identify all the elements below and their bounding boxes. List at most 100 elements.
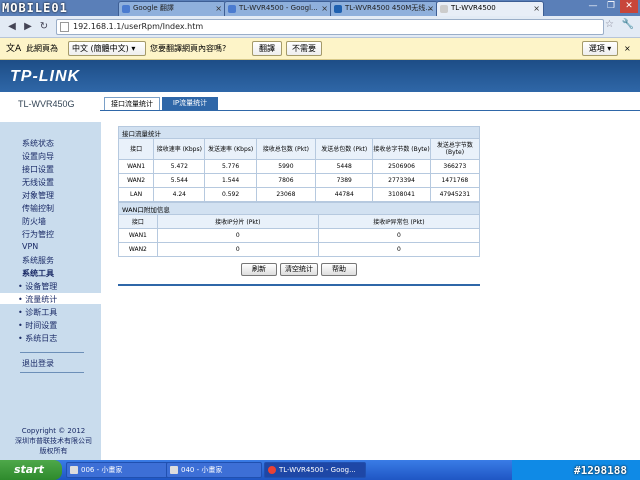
section-header: 接口流量统计 [118, 126, 480, 139]
sidebar-item-logout[interactable]: 退出登录 [22, 358, 54, 369]
page-icon [60, 22, 69, 32]
translate-bar: 文A 此網頁為 中文 (簡體中文) ▾ 您要翻譯網頁內容嗎? 翻譯 不需要 選項… [0, 38, 640, 60]
browser-tab-google-search[interactable]: TL-WVR4500 - Googl... × [224, 1, 332, 16]
table-cell: 5990 [255, 159, 317, 174]
start-button[interactable]: start [0, 460, 62, 480]
table-cell: 1471768 [429, 173, 481, 188]
table-cell: 4.24 [153, 187, 206, 202]
sidebar-item-behavior-control[interactable]: 行为管控 [22, 229, 54, 240]
paint-icon [70, 466, 78, 474]
sidebar-item-time-settings[interactable]: • 时间设置 [18, 320, 57, 331]
column-header: 接收总包数 (Pkt) [255, 138, 317, 160]
translate-prefix: 此網頁為 [26, 44, 58, 53]
table-cell: 366273 [429, 159, 481, 174]
model-band [0, 92, 640, 116]
reload-icon[interactable]: ↻ [36, 19, 52, 35]
close-tab-icon[interactable]: × [215, 2, 222, 15]
sidebar-item-traffic-stats[interactable]: • 流量统计 [18, 294, 57, 305]
clear-stats-button[interactable]: 清空统计 [280, 263, 318, 276]
sidebar-item-system-status[interactable]: 系统状态 [22, 138, 54, 149]
table-cell: 0 [317, 228, 481, 243]
refresh-button[interactable]: 刷新 [241, 263, 277, 276]
sidebar-item-object-management[interactable]: 对象管理 [22, 190, 54, 201]
close-tab-icon[interactable]: × [427, 2, 434, 15]
task-label: TL-WVR4500 - Goog... [279, 466, 356, 474]
router-page: TP-LINK TL-WVR450G 接口流量统计 IP流量统计 系统状态 设置… [0, 60, 640, 460]
sidebar-item-interface-settings[interactable]: 接口设置 [22, 164, 54, 175]
wrench-menu-icon[interactable]: 🔧 [622, 19, 634, 30]
translate-options-button[interactable]: 選項 ▾ [582, 41, 618, 56]
sidebar-item-firewall[interactable]: 防火墙 [22, 216, 46, 227]
browser-tab-router[interactable]: TL-WVR4500 × [436, 1, 544, 16]
column-header: 接收IP分片 (Pkt) [156, 214, 319, 229]
table-cell: 5448 [315, 159, 374, 174]
close-translate-icon[interactable]: × [624, 42, 631, 56]
column-header: 接口 [118, 214, 158, 229]
taskbar-item-paint-040[interactable]: 040 - 小畫家 [166, 462, 262, 478]
table-cell: WAN1 [118, 228, 158, 243]
tab-label: TL-WVR4500 - Googl... [239, 4, 318, 12]
close-tab-icon[interactable]: × [321, 2, 328, 15]
maximize-icon[interactable]: ❐ [602, 0, 620, 13]
browser-tab-google-translate[interactable]: Google 翻譯 × [118, 1, 226, 16]
sidebar-item-vpn[interactable]: VPN [22, 242, 38, 251]
section-title: 接口流量统计 [118, 126, 480, 139]
close-tab-icon[interactable]: × [533, 2, 540, 15]
watermark-id: #1298188 [574, 464, 627, 477]
close-window-icon[interactable]: ✕ [620, 0, 638, 13]
back-icon[interactable]: ◀ [4, 19, 20, 35]
sidebar-item-setup-wizard[interactable]: 设置向导 [22, 151, 54, 162]
table-cell: WAN1 [117, 159, 155, 174]
translate-button[interactable]: 翻譯 [252, 41, 282, 56]
section-title: WAN口附加信息 [118, 202, 480, 215]
taskbar-item-chrome[interactable]: TL-WVR4500 - Goog... [264, 462, 366, 478]
copyright: Copyright © 2012 深圳市普联技术有限公司 版权所有 [6, 426, 101, 456]
table-row: WAN1 5.472 5.776 5990 5448 2506906 36627… [117, 159, 481, 174]
tab-ip-traffic[interactable]: IP流量统计 [162, 97, 218, 111]
sidebar-item-wireless-settings[interactable]: 无线设置 [22, 177, 54, 188]
column-header: 接收速率 (Kbps) [153, 138, 206, 160]
column-header: 发送总包数 (Pkt) [315, 138, 374, 160]
column-header: 接收总字节数 (Byte) [372, 138, 431, 160]
address-bar: ◀ ▶ ↻ 192.168.1.1/userRpm/Index.htm ☆ 🔧 [0, 16, 640, 38]
google-favicon-icon [228, 5, 236, 13]
column-header: 发送速率 (Kbps) [204, 138, 257, 160]
table-cell: 2773394 [372, 173, 431, 188]
forward-icon[interactable]: ▶ [20, 19, 36, 35]
tab-interface-traffic[interactable]: 接口流量统计 [104, 97, 160, 111]
decline-translate-button[interactable]: 不需要 [286, 41, 322, 56]
column-header: 发送总字节数 (Byte) [429, 138, 481, 160]
sidebar-item-device-management[interactable]: • 设备管理 [18, 281, 57, 292]
sidebar-item-diagnostics[interactable]: • 诊断工具 [18, 307, 57, 318]
browser-tab-tplink-product[interactable]: TL-WVR4500 450M无线... × [330, 1, 438, 16]
sidebar-divider [20, 372, 84, 373]
section-header: WAN口附加信息 [118, 202, 480, 215]
language-select[interactable]: 中文 (簡體中文) ▾ [68, 41, 146, 56]
sidebar-item-transmission-control[interactable]: 传输控制 [22, 203, 54, 214]
task-label: 040 - 小畫家 [181, 466, 223, 474]
browser-tab-strip: Google 翻譯 × TL-WVR4500 - Googl... × TL-W… [0, 0, 640, 16]
task-label: 006 - 小畫家 [81, 466, 123, 474]
table-cell: 7389 [315, 173, 374, 188]
translate-icon: 文A [6, 44, 22, 54]
table-header-row: 接口 接收IP分片 (Pkt) 接收IP异常包 (Pkt) [118, 214, 481, 229]
copyright-line: Copyright © 2012 [21, 427, 86, 435]
tplink-header: TP-LINK [0, 60, 640, 92]
sidebar-item-system-log[interactable]: • 系统日志 [18, 333, 57, 344]
tab-label: Google 翻譯 [133, 4, 174, 12]
table-cell: WAN2 [117, 173, 155, 188]
table-row: WAN1 0 0 [118, 228, 481, 243]
help-button[interactable]: 帮助 [321, 263, 357, 276]
sidebar-item-system-services[interactable]: 系统服务 [22, 255, 54, 266]
copyright-line: 深圳市普联技术有限公司 [15, 437, 92, 445]
table-row: LAN 4.24 0.592 23068 44784 3108041 47945… [117, 187, 481, 202]
bookmark-star-icon[interactable]: ☆ [605, 19, 614, 30]
table-header-row: 接口 接收速率 (Kbps) 发送速率 (Kbps) 接收总包数 (Pkt) 发… [117, 138, 481, 160]
copyright-line: 版权所有 [39, 447, 68, 455]
sidebar: 系统状态 设置向导 接口设置 无线设置 对象管理 传输控制 防火墙 行为管控 V… [0, 122, 101, 460]
column-header: 接口 [117, 138, 155, 160]
table-cell: 0 [156, 242, 319, 257]
minimize-icon[interactable]: — [584, 0, 602, 13]
url-input[interactable]: 192.168.1.1/userRpm/Index.htm [56, 19, 604, 35]
sidebar-item-system-tools[interactable]: 系统工具 [22, 268, 54, 279]
